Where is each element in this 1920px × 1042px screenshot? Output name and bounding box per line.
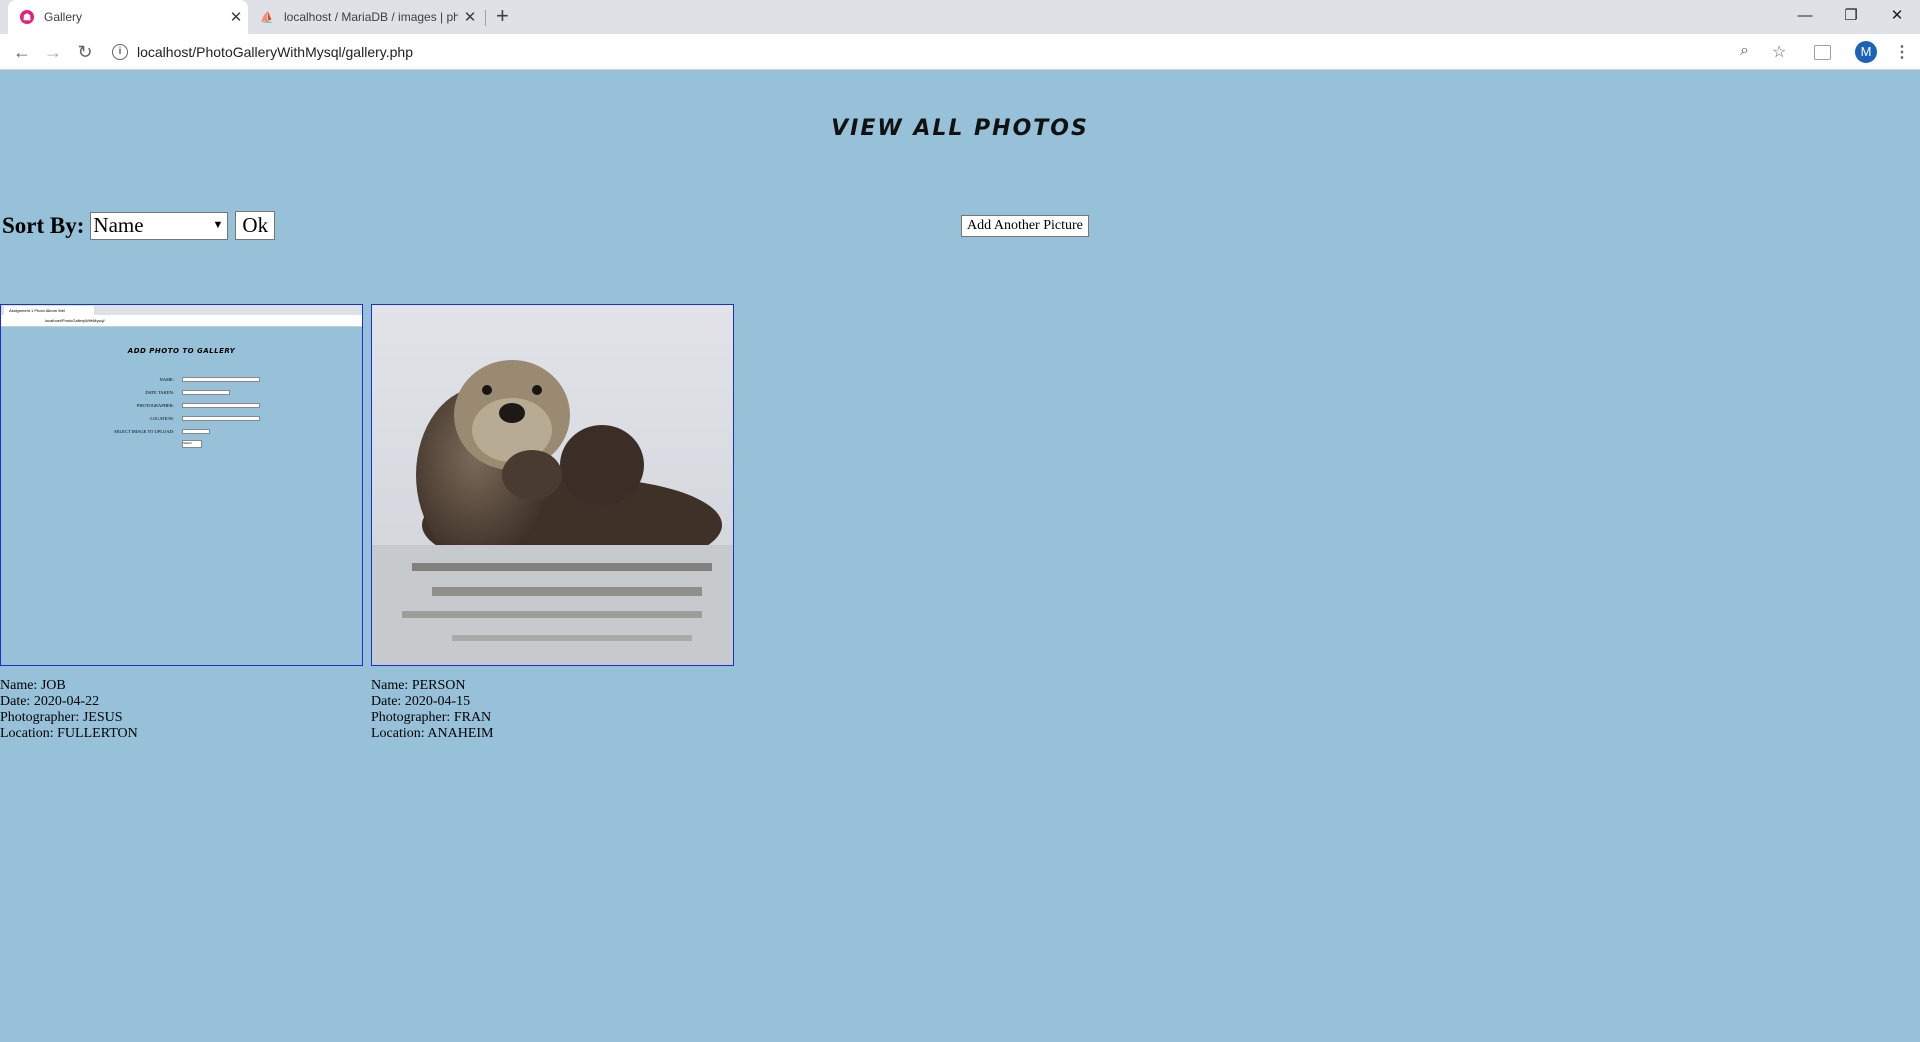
thumb-submit: Submit bbox=[182, 440, 202, 448]
reload-icon[interactable]: ↻ bbox=[73, 40, 97, 64]
photo-caption: Name: PERSON Date: 2020-04-15 Photograph… bbox=[371, 678, 734, 742]
window-close-icon[interactable]: ✕ bbox=[1874, 0, 1920, 30]
photo-thumbnail[interactable] bbox=[371, 304, 734, 666]
ok-button[interactable]: Ok bbox=[235, 211, 276, 240]
screenshot-thumbnail: Assignment 1 Photo Album Wel localhost/P… bbox=[1, 305, 362, 665]
menu-dots-icon[interactable]: ⋮ bbox=[1894, 42, 1910, 62]
phpmyadmin-icon: ⛵ bbox=[260, 11, 274, 24]
extension-icon[interactable] bbox=[1814, 45, 1831, 60]
sort-selected-value: Name bbox=[93, 213, 144, 237]
star-icon[interactable]: ☆ bbox=[1772, 42, 1786, 62]
thumb-url: localhost/PhotoGalleryWithMysql/ bbox=[45, 318, 105, 323]
thumb-file-input bbox=[182, 429, 210, 434]
thumb-field-row: Location: bbox=[1, 416, 362, 422]
url-text: localhost/PhotoGalleryWithMysql/gallery.… bbox=[137, 44, 413, 60]
photo-date: Date: 2020-04-22 bbox=[0, 694, 100, 709]
photo-location: Location: ANAHEIM bbox=[371, 726, 494, 741]
thumb-field-input bbox=[182, 403, 260, 408]
sort-form: Sort By: Name ▼ Ok bbox=[2, 211, 276, 240]
close-icon[interactable]: ✕ bbox=[458, 8, 482, 26]
gallery-item: Assignment 1 Photo Album Wel localhost/P… bbox=[0, 304, 363, 742]
back-arrow-icon[interactable]: ← bbox=[10, 40, 34, 64]
close-icon[interactable]: ✕ bbox=[224, 8, 248, 26]
sea-otter-photo bbox=[372, 305, 733, 665]
new-tab-icon[interactable]: + bbox=[496, 3, 509, 29]
tab-divider bbox=[485, 10, 486, 26]
thumb-tab-strip: Assignment 1 Photo Album Wel bbox=[1, 305, 362, 315]
zoom-icon[interactable]: ⌕ bbox=[1740, 42, 1749, 60]
photo-location: Location: FULLERTON bbox=[0, 726, 138, 741]
thumb-field-label: Photographer: bbox=[136, 403, 174, 408]
photo-name: Name: JOB bbox=[0, 678, 66, 693]
tab-title: localhost / MariaDB / images | ph bbox=[284, 10, 458, 24]
photo-name: Name: PERSON bbox=[371, 678, 466, 693]
pwa-icon: ☗ bbox=[20, 10, 34, 24]
forward-arrow-icon[interactable]: → bbox=[41, 40, 65, 64]
thumb-tab: Assignment 1 Photo Album Wel bbox=[4, 306, 94, 315]
tab-title: Gallery bbox=[44, 10, 83, 24]
add-another-picture-button[interactable]: Add Another Picture bbox=[961, 215, 1089, 237]
browser-tab-strip: ☗ Gallery ✕ ⛵ localhost / MariaDB / imag… bbox=[0, 0, 1920, 34]
sort-label: Sort By: bbox=[2, 212, 85, 238]
photo-photographer: Photographer: FRAN bbox=[371, 710, 492, 725]
photo-caption: Name: JOB Date: 2020-04-22 Photographer:… bbox=[0, 678, 363, 742]
restore-icon[interactable]: ❐ bbox=[1828, 0, 1874, 30]
tab-phpmyadmin[interactable]: ⛵ localhost / MariaDB / images | ph ✕ bbox=[252, 0, 482, 34]
photo-photographer: Photographer: JESUS bbox=[0, 710, 123, 725]
thumb-field-label: Name: bbox=[159, 377, 175, 382]
thumb-field-input bbox=[182, 416, 260, 421]
photo-date: Date: 2020-04-15 bbox=[371, 694, 471, 709]
minimize-icon[interactable]: — bbox=[1782, 0, 1828, 30]
profile-avatar[interactable]: M bbox=[1855, 41, 1877, 63]
page-title: View all photos bbox=[831, 116, 1089, 141]
browser-toolbar: ← → ↻ i localhost/PhotoGalleryWithMysql/… bbox=[0, 34, 1920, 70]
tab-gallery[interactable]: ☗ Gallery ✕ bbox=[8, 0, 248, 34]
thumb-field-label: Location: bbox=[150, 416, 174, 421]
thumb-field-label: Date Taken: bbox=[145, 390, 174, 395]
info-icon[interactable]: i bbox=[112, 44, 128, 60]
thumb-field-label: Select image to upload: bbox=[114, 429, 174, 434]
address-bar[interactable]: i localhost/PhotoGalleryWithMysql/galler… bbox=[112, 38, 1792, 66]
thumb-title: Add Photo to Gallery bbox=[127, 347, 236, 355]
thumb-field-row: Date Taken: bbox=[1, 390, 362, 396]
sort-select[interactable]: Name ▼ bbox=[90, 211, 229, 240]
photo-thumbnail[interactable]: Assignment 1 Photo Album Wel localhost/P… bbox=[0, 304, 363, 666]
thumb-field-row: Name: bbox=[1, 377, 362, 383]
thumb-field-input bbox=[182, 390, 230, 395]
thumb-address-bar: localhost/PhotoGalleryWithMysql/ bbox=[1, 315, 362, 327]
dropdown-arrow-icon: ▼ bbox=[212, 218, 224, 231]
thumb-field-row: Photographer: bbox=[1, 403, 362, 409]
thumb-field-row: Select image to upload: bbox=[1, 429, 362, 435]
thumb-field-input bbox=[182, 377, 260, 382]
gallery-item: Name: PERSON Date: 2020-04-15 Photograph… bbox=[371, 304, 734, 742]
